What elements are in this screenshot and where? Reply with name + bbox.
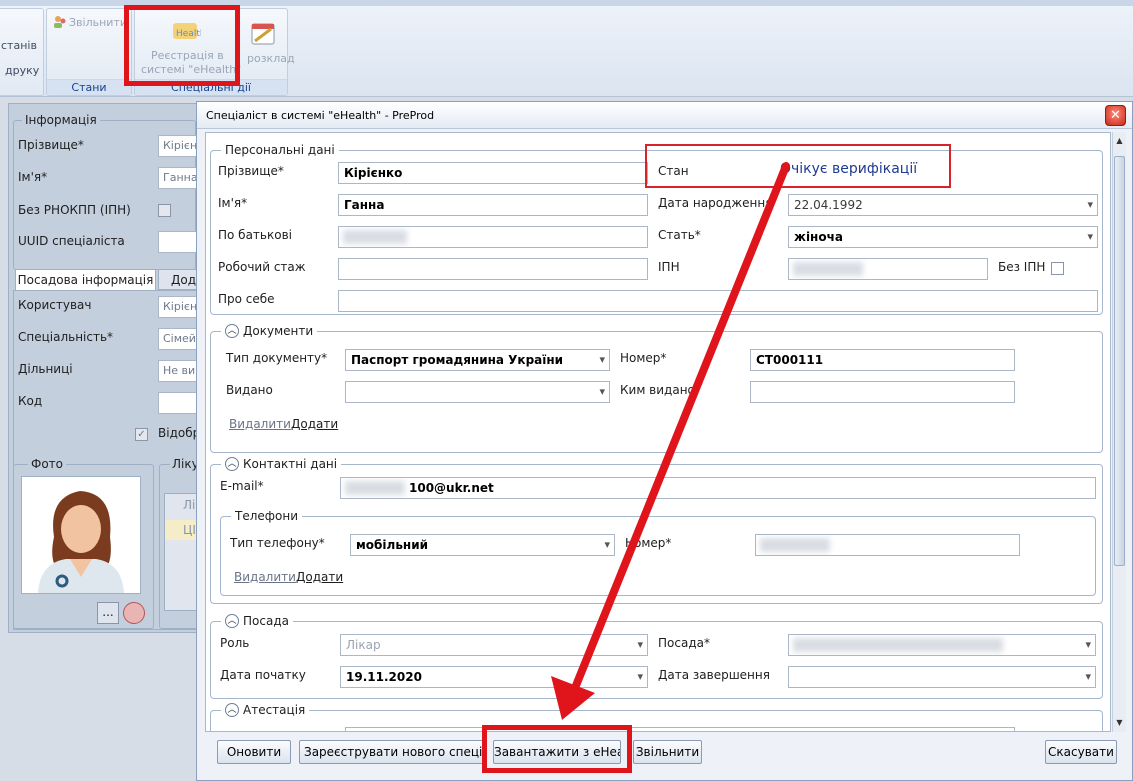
annotation-arrow xyxy=(551,162,790,720)
